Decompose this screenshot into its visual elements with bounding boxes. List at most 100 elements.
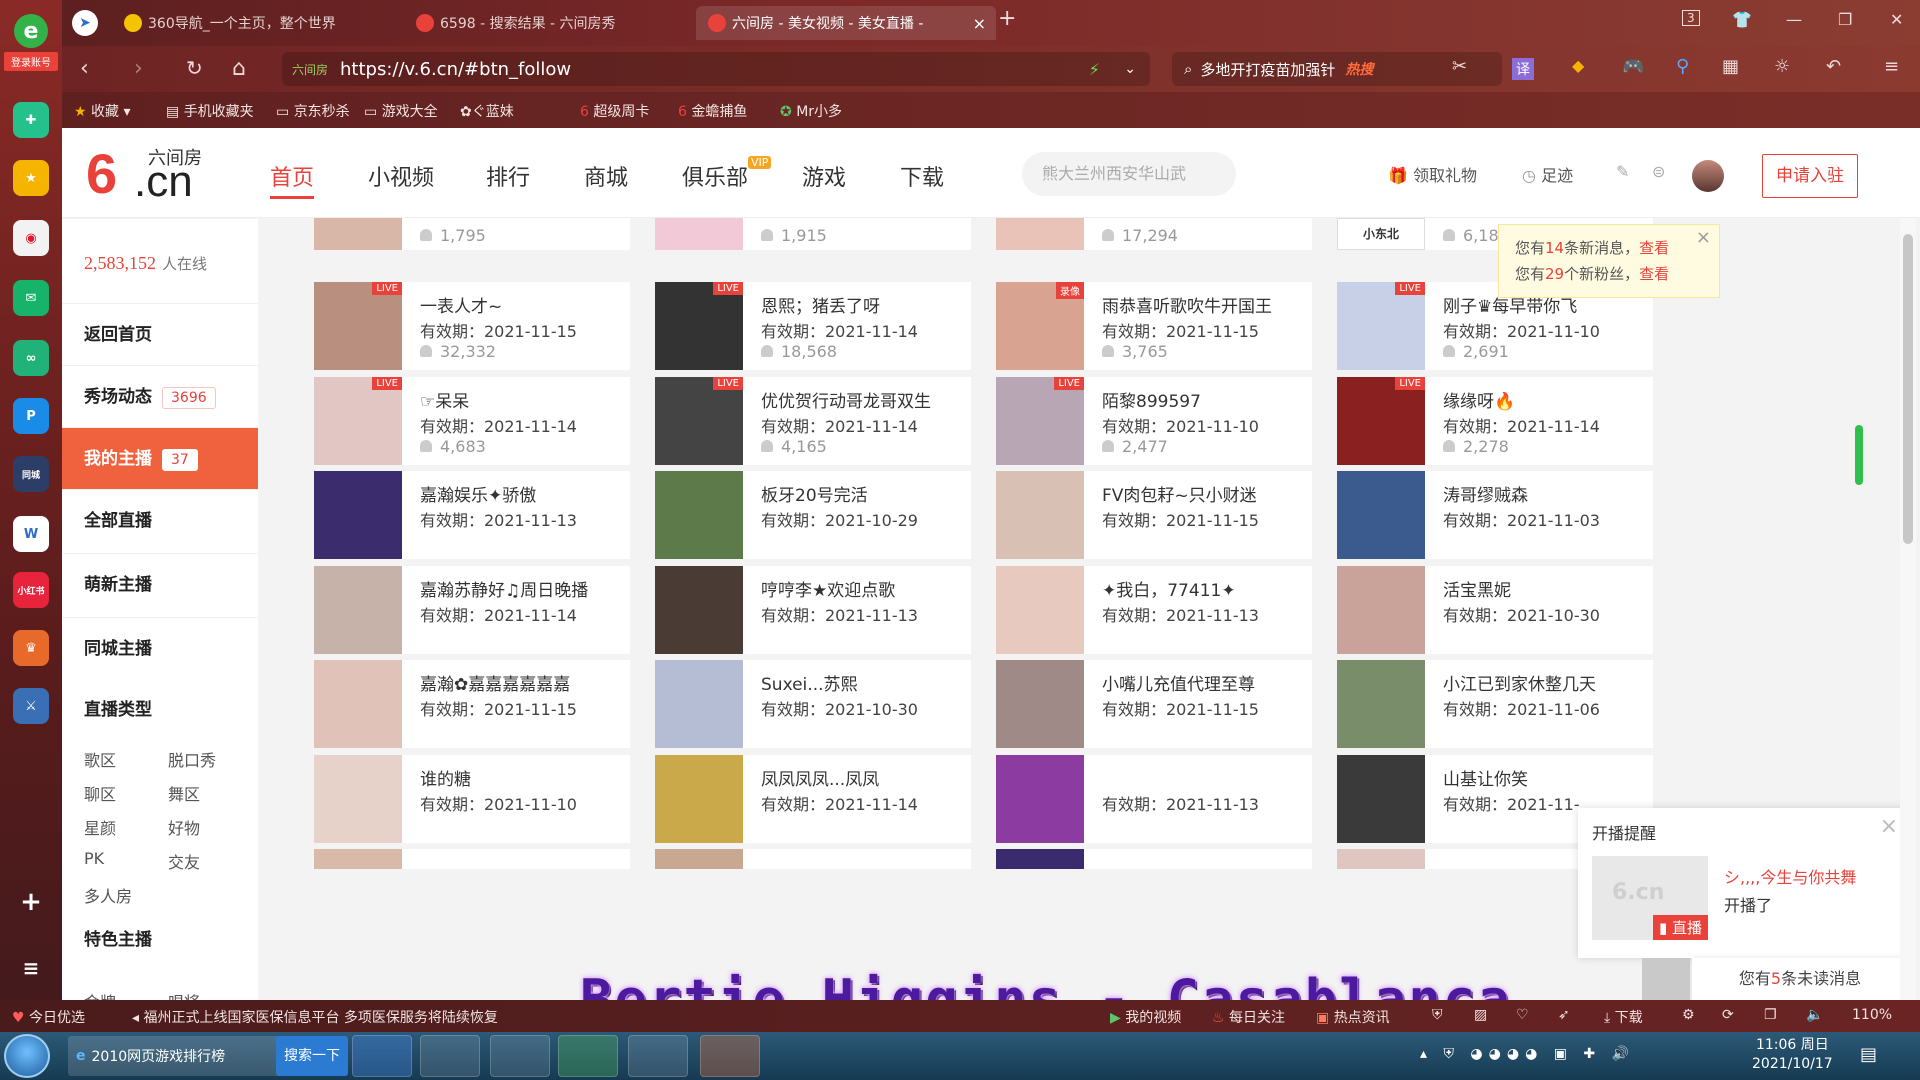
sidebar-plus-app-icon[interactable]: ✚ <box>13 102 49 138</box>
anchor-card[interactable]: FV肉包耔~只小财迷 有效期：2021-11-15 <box>996 471 1312 559</box>
view-fans-link[interactable]: 查看 <box>1639 265 1669 283</box>
login-account-button[interactable]: e 登录账号 <box>4 14 58 74</box>
anchor-name[interactable]: 优优贺行动哥龙哥双生 <box>761 387 961 412</box>
anchor-name[interactable]: 一表人才~ <box>420 292 620 317</box>
forward-icon[interactable]: › <box>134 56 143 81</box>
rocket-icon[interactable]: ➶ <box>1558 1007 1570 1023</box>
side-green-handle[interactable] <box>1855 425 1863 485</box>
nav-short-video[interactable]: 小视频 <box>368 160 434 192</box>
bookmark-blue[interactable]: ✿ぐ蓝妹 <box>460 101 514 121</box>
anchor-card[interactable]: 嘉瀚娱乐✦骄傲 有效期：2021-11-13 <box>314 471 630 559</box>
reminder-anchor-name[interactable]: シ,,,,今生与你共舞 <box>1724 864 1856 888</box>
tab-360-nav[interactable]: 360导航_一个主页，整个世界 <box>112 6 402 40</box>
anchor-card[interactable]: 板牙20号完活 有效期：2021-10-29 <box>655 471 971 559</box>
daily-follow-link[interactable]: ♨ 每日关注 <box>1212 1007 1285 1027</box>
nav-mall[interactable]: 商城 <box>584 160 628 192</box>
taskbar-ie-icon[interactable] <box>420 1035 480 1077</box>
type-chat[interactable]: 聊区 <box>84 781 116 805</box>
new-tab-button[interactable]: + <box>998 6 1016 31</box>
sidebar-game3-icon[interactable]: ⚔ <box>13 688 49 724</box>
site-search-input[interactable]: 熊大兰州西安华山武 <box>1022 152 1236 196</box>
anchor-name[interactable]: 山基让你笑 <box>1443 765 1643 790</box>
sidebar-xiaohongshu-icon[interactable]: 小红书 <box>13 572 49 608</box>
type-pk[interactable]: PK <box>84 849 104 868</box>
sidebar-favorites-icon[interactable]: ★ <box>13 160 49 196</box>
sidebar-word-icon[interactable]: W <box>13 516 49 552</box>
partial-card[interactable] <box>996 849 1312 869</box>
chevron-down-icon[interactable]: ⌄ <box>1124 61 1136 77</box>
anchor-card[interactable]: 嘉瀚苏静好♫周日晚播 有效期：2021-11-14 <box>314 565 630 654</box>
anchor-name[interactable]: ✦我白，77411✦ <box>1102 576 1302 601</box>
type-song[interactable]: 歌区 <box>84 747 116 771</box>
lightning-icon[interactable]: ⚡ <box>1089 60 1100 79</box>
nav-download[interactable]: 下载 <box>900 160 944 192</box>
shield-icon[interactable]: ⛨ <box>1432 1007 1443 1023</box>
anchor-card[interactable]: 小江已到家休整几天 有效期：2021-11-06 <box>1337 660 1653 748</box>
bookmark-fishing[interactable]: 6 金蟾捕鱼 <box>678 101 747 121</box>
anchor-thumbnail[interactable] <box>314 754 402 843</box>
anchor-card[interactable]: 小嘴儿充值代理至尊 有效期：2021-11-15 <box>996 660 1312 748</box>
taskbar-task-ranking[interactable]: e 2010网页游戏排行榜 搜索一下 <box>68 1036 348 1076</box>
today-picks[interactable]: ♥ 今日优选 <box>12 1007 85 1027</box>
anchor-card[interactable]: 涛哥缪贼森 有效期：2021-11-03 <box>1337 471 1653 559</box>
search-once-button[interactable]: 搜索一下 <box>276 1036 348 1076</box>
edit-icon[interactable]: ✎ <box>1616 162 1629 181</box>
anchor-card[interactable]: LIVE 一表人才~ 有效期：2021-11-15 32,332 <box>314 282 630 370</box>
anchor-thumbnail[interactable]: LIVE <box>655 282 743 370</box>
special-singer[interactable]: 唱将 <box>168 989 200 1000</box>
sidebar-cloud-icon[interactable]: ∞ <box>13 340 49 376</box>
anchor-thumbnail[interactable] <box>1337 754 1425 843</box>
anchor-name[interactable]: FV肉包耔~只小财迷 <box>1102 481 1302 506</box>
taskbar-folder-icon[interactable] <box>490 1035 550 1077</box>
nav-home[interactable]: 首页 <box>270 160 315 199</box>
nav-ranking[interactable]: 排行 <box>486 160 530 192</box>
anchor-name[interactable]: 缘缘呀🔥 <box>1443 387 1643 412</box>
nav-club[interactable]: 俱乐部 <box>682 160 748 192</box>
heartbeat-icon[interactable]: ♡ <box>1516 1007 1529 1023</box>
anchor-thumbnail[interactable] <box>314 471 402 559</box>
restore-icon[interactable]: ❐ <box>1838 10 1852 29</box>
special-gold[interactable]: 金牌 <box>84 989 116 1000</box>
back-icon[interactable]: ‹ <box>80 56 89 81</box>
sidebar-menu-icon[interactable]: ≡ <box>13 950 49 986</box>
anchor-name[interactable]: 嘉瀚苏静好♫周日晚播 <box>420 576 620 601</box>
anchor-thumbnail[interactable]: 录像 <box>996 282 1084 370</box>
anchor-name[interactable]: 嘉瀚✿嘉嘉嘉嘉嘉嘉 <box>420 670 620 695</box>
windows-start-button[interactable] <box>4 1034 50 1078</box>
gamepad-icon[interactable]: 🎮 <box>1622 56 1644 77</box>
bookmark-mobile[interactable]: ▤ 手机收藏夹 <box>166 101 254 121</box>
page-scrollbar[interactable] <box>1900 218 1916 1000</box>
home-icon[interactable]: ⌂ <box>232 56 246 81</box>
partial-card[interactable]: 1,915 <box>655 218 971 250</box>
anchor-name[interactable]: 哼哼李★欢迎点歌 <box>761 576 961 601</box>
anchor-card[interactable]: 凤凤凤凤...凤凤 有效期：2021-11-14 <box>655 754 971 843</box>
anchor-thumbnail[interactable] <box>996 754 1084 843</box>
type-friends[interactable]: 交友 <box>168 849 200 873</box>
anchor-name[interactable]: 板牙20号完活 <box>761 481 961 506</box>
anchor-thumbnail[interactable] <box>314 660 402 748</box>
taskbar-clock[interactable]: 11:06 周日 2021/10/17 <box>1752 1036 1833 1074</box>
menu-my-anchors[interactable]: 我的主播 37 <box>62 427 258 489</box>
anchor-card[interactable]: 录像 雨恭喜听歌吹牛开国王 有效期：2021-11-15 3,765 <box>996 282 1312 370</box>
anchor-name[interactable]: 陌黎899597 <box>1102 387 1302 412</box>
anchor-thumbnail[interactable]: LIVE <box>314 282 402 370</box>
type-looks[interactable]: 星颜 <box>84 815 116 839</box>
anchor-thumbnail[interactable] <box>996 660 1084 748</box>
6cn-logo[interactable]: 6 六间房 .cn <box>86 142 216 206</box>
anchor-thumbnail[interactable]: LIVE <box>1337 376 1425 465</box>
anchor-name[interactable]: 谁的糖 <box>420 765 620 790</box>
apps-grid-icon[interactable]: ▦ <box>1722 56 1739 77</box>
user-avatar[interactable] <box>1692 160 1724 192</box>
zoom-search-icon[interactable]: ⚲ <box>1676 56 1689 77</box>
anchor-thumbnail[interactable] <box>1337 660 1425 748</box>
nav-games[interactable]: 游戏 <box>802 160 846 192</box>
anchor-thumbnail[interactable] <box>655 660 743 748</box>
bookmark-jd[interactable]: ▭ 京东秒杀 <box>276 101 350 121</box>
tab-count-badge[interactable]: 3 <box>1682 10 1700 26</box>
anchor-name[interactable]: 恩熙；猪丢了呀 <box>761 292 961 317</box>
anchor-name[interactable]: 小嘴儿充值代理至尊 <box>1102 670 1302 695</box>
anchor-thumbnail[interactable]: LIVE <box>655 376 743 465</box>
type-goods[interactable]: 好物 <box>168 815 200 839</box>
anchor-card[interactable]: LIVE 缘缘呀🔥 有效期：2021-11-14 2,278 <box>1337 376 1653 465</box>
bookmark-games[interactable]: ▭ 游戏大全 <box>364 101 438 121</box>
